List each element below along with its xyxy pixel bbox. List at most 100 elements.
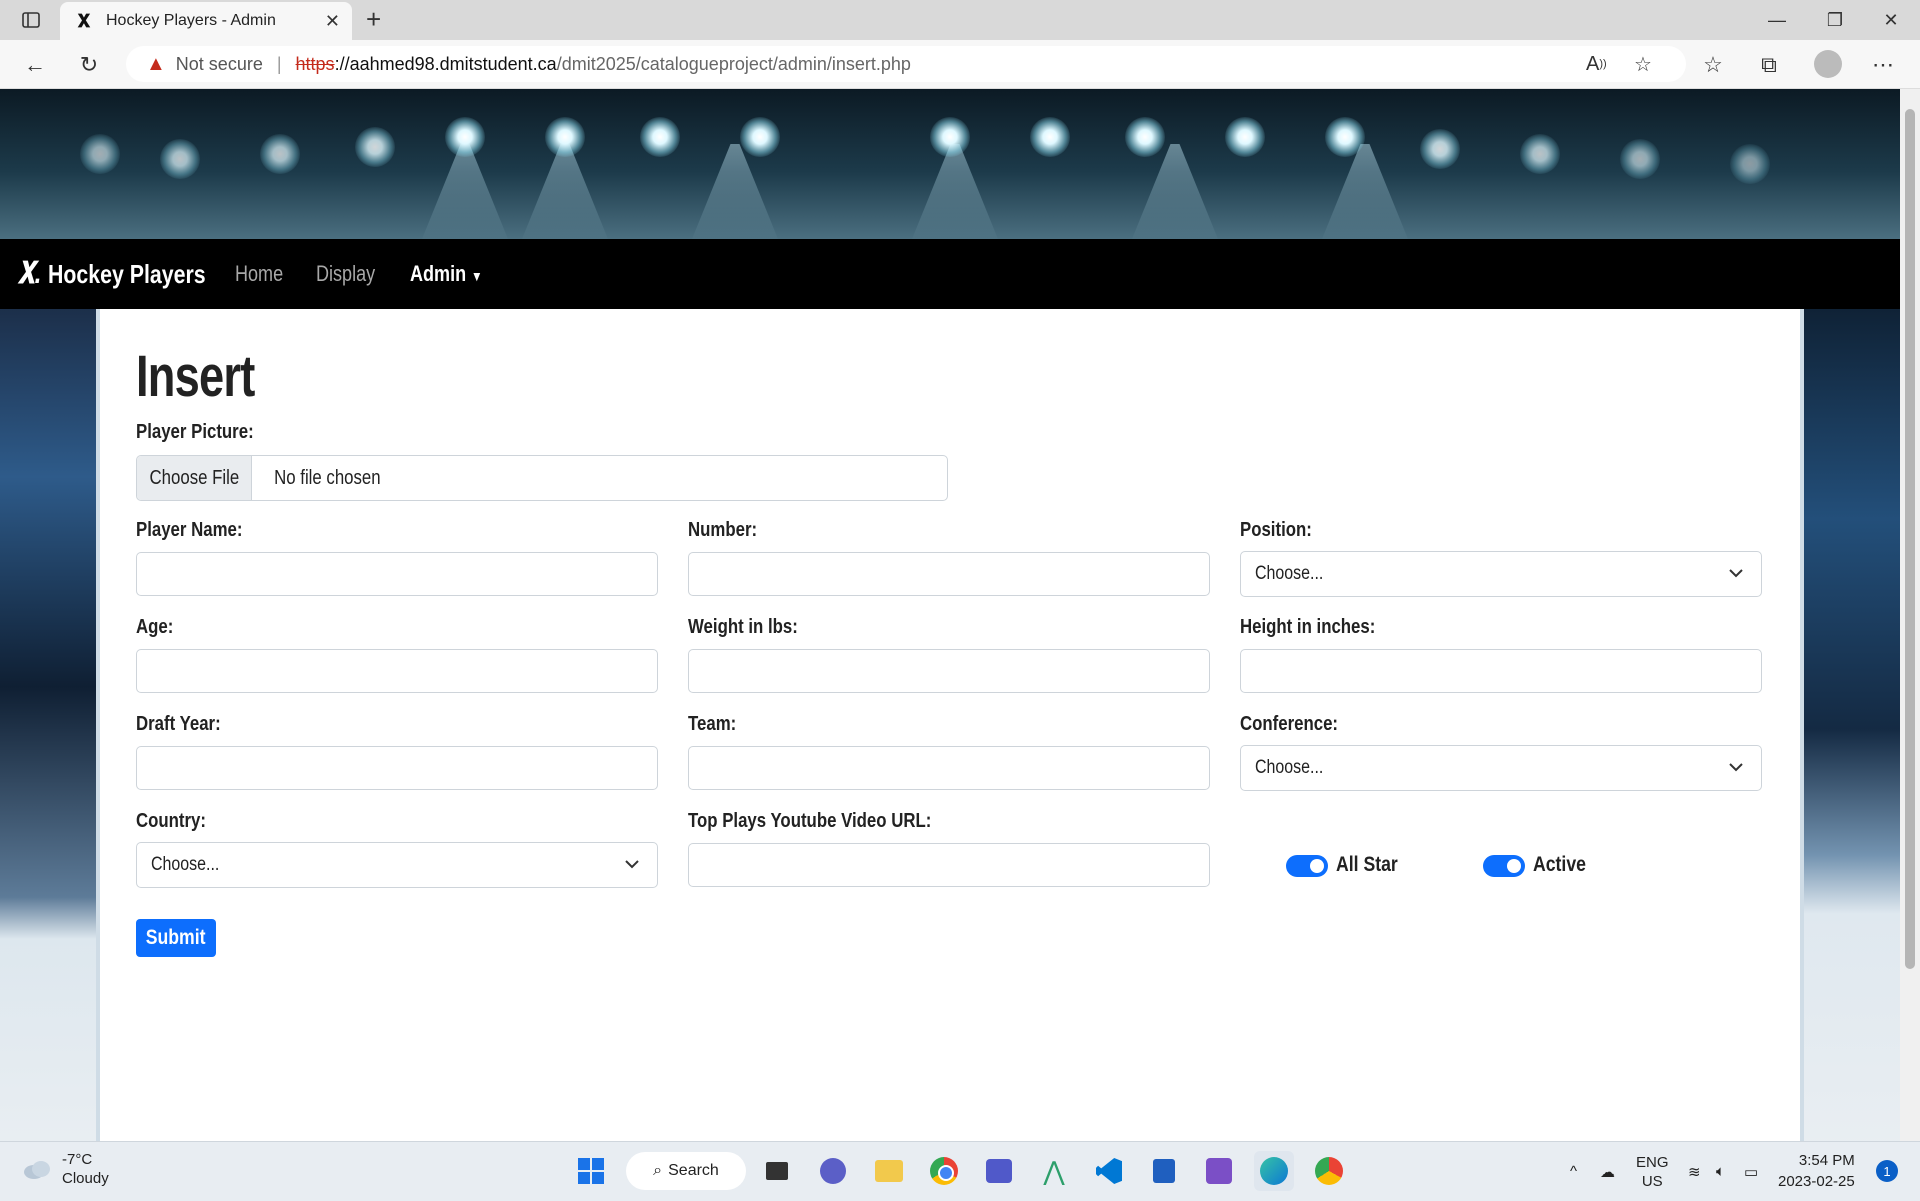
player-name-label: Player Name: [136,519,243,541]
file-status: No file chosen [252,456,391,500]
arena-lights-banner [0,89,1900,239]
allstar-label: All Star [1336,853,1398,876]
country-select-value: Choose... [151,854,220,875]
video-url-input[interactable] [688,843,1210,887]
search-icon: ⌕ [653,1162,663,1179]
edge-icon[interactable] [1254,1151,1294,1191]
page-scrollbar[interactable] [1900,89,1920,1141]
age-input[interactable] [136,649,658,693]
browser-tab[interactable]: 𝐗 Hockey Players - Admin ✕ [60,2,352,40]
browser-toolbar: ← ↻ ▲ Not secure | https://aahmed98.dmit… [0,40,1920,89]
language-code: ENG [1636,1153,1669,1171]
site-brand[interactable]: 𝐗. Hockey Players [18,257,206,291]
country-select[interactable]: Choose... [136,842,658,888]
task-view-icon[interactable] [757,1151,797,1191]
warning-icon: ▲ [146,52,166,75]
language-indicator[interactable]: ENG US [1636,1142,1669,1201]
weather-condition: Cloudy [62,1170,109,1187]
team-label: Team: [688,713,737,735]
chrome-profile-icon[interactable] [1309,1151,1349,1191]
conference-label: Conference: [1240,713,1339,735]
active-toggle[interactable] [1483,855,1525,877]
battery-icon[interactable]: ▭ [1744,1142,1758,1201]
video-url-label: Top Plays Youtube Video URL: [688,810,932,832]
page-title: Insert [136,344,255,409]
number-input[interactable] [688,552,1210,596]
weight-input[interactable] [688,649,1210,693]
age-label: Age: [136,616,174,638]
wifi-icon[interactable]: ≋ [1688,1142,1701,1201]
chevron-down-icon [625,860,639,869]
nav-home-link[interactable]: Home [235,261,283,287]
new-tab-icon[interactable]: + [366,4,381,35]
choose-file-button[interactable]: Choose File [137,456,252,500]
brand-name: Hockey Players [48,258,206,289]
minimize-icon[interactable]: — [1748,0,1806,40]
close-tab-icon[interactable]: ✕ [325,11,340,32]
draft-year-input[interactable] [136,746,658,790]
chrome-icon[interactable] [924,1151,964,1191]
restore-icon[interactable]: ❐ [1806,0,1864,40]
close-window-icon[interactable]: ✕ [1862,0,1920,40]
chevron-down-icon [1729,763,1743,772]
taskbar-search-label: Search [668,1162,719,1179]
site-navbar: 𝐗. Hockey Players Home Display Admin ▼ [0,239,1900,309]
allstar-toggle[interactable] [1286,855,1328,877]
player-picture-input[interactable]: Choose File No file chosen [136,455,948,501]
back-icon[interactable]: ← [18,48,52,82]
collections-icon[interactable]: ⧉ [1752,48,1786,82]
refresh-icon[interactable]: ↻ [72,48,106,82]
cloud-icon [24,1161,50,1179]
show-hidden-icons[interactable]: ^ [1570,1142,1577,1201]
submit-button[interactable]: Submit [136,919,216,957]
height-input[interactable] [1240,649,1762,693]
page-viewport: 𝐗. Hockey Players Home Display Admin ▼ I… [0,89,1900,1141]
nav-admin-dropdown[interactable]: Admin ▼ [410,261,483,287]
browser-tab-bar: 𝐗 Hockey Players - Admin ✕ + — ❐ ✕ [0,0,1920,40]
add-favorite-icon[interactable]: ☆ [1634,46,1652,82]
start-icon[interactable] [571,1151,611,1191]
profile-avatar[interactable] [1814,50,1842,78]
windows-taskbar: -7°C Cloudy ⌕ Search ⋀ ^ ☁ ENG US ≋ 🔈︎ ▭ … [0,1141,1920,1201]
choose-file-label: Choose File [149,466,239,489]
player-name-input[interactable] [136,552,658,596]
position-label: Position: [1240,519,1312,541]
read-aloud-icon[interactable]: A)) [1586,46,1607,82]
team-input[interactable] [688,746,1210,790]
word-icon[interactable] [1144,1151,1184,1191]
vscode-icon[interactable] [1089,1151,1129,1191]
clock-date: 2023-02-25 [1778,1173,1855,1190]
draft-year-label: Draft Year: [136,713,221,735]
brand-logo-icon: 𝐗. [18,257,42,290]
file-explorer-icon[interactable] [869,1151,909,1191]
player-picture-label: Player Picture: [136,421,254,443]
security-status[interactable]: Not secure [176,54,263,75]
visual-studio-icon[interactable] [1199,1151,1239,1191]
weather-widget[interactable]: -7°C Cloudy [22,1150,109,1188]
notification-badge[interactable]: 1 [1876,1160,1898,1182]
favorites-icon[interactable]: ☆ [1696,48,1730,82]
address-bar[interactable]: ▲ Not secure | https://aahmed98.dmitstud… [126,46,1686,82]
tab-actions-icon[interactable] [14,0,48,40]
weather-temperature: -7°C [62,1151,93,1168]
address-separator: | [276,53,282,74]
site-favicon-icon: 𝐗 [77,10,91,31]
conference-select[interactable]: Choose... [1240,745,1762,791]
system-clock[interactable]: 3:54 PM 2023-02-25 [1778,1150,1855,1192]
maple-icon[interactable]: ⋀ [1034,1151,1074,1191]
taskbar-search[interactable]: ⌕ Search [626,1152,746,1190]
file-status-text: No file chosen [274,466,381,489]
volume-icon[interactable]: 🔈︎ [1716,1142,1725,1201]
insert-form-container: Insert Player Picture: Choose File No fi… [100,309,1800,1141]
nav-display-link[interactable]: Display [316,261,375,287]
clock-time: 3:54 PM [1798,1152,1855,1169]
teams-chat-icon[interactable] [813,1151,853,1191]
position-select[interactable]: Choose... [1240,551,1762,597]
scrollbar-thumb[interactable] [1905,109,1915,969]
more-menu-icon[interactable]: ⋯ [1866,48,1900,82]
teams-icon[interactable] [979,1151,1019,1191]
height-label: Height in inches: [1240,616,1376,638]
arena-side-left [0,309,96,1141]
onedrive-icon[interactable]: ☁ [1600,1142,1615,1201]
position-select-value: Choose... [1255,563,1324,584]
